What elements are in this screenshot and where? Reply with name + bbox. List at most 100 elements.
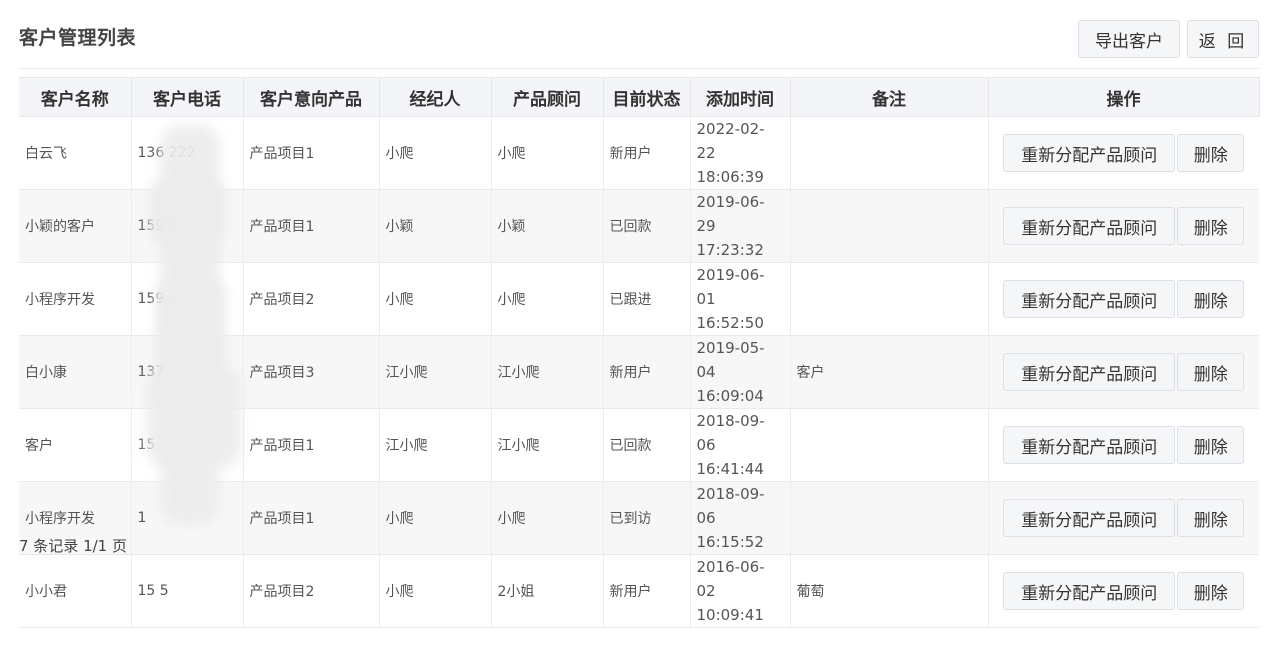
- column-header-status: 目前状态: [603, 77, 691, 117]
- customer-phone-cell: 159 3: [131, 189, 244, 263]
- note-cell: [790, 408, 989, 482]
- status-cell: 已回款: [603, 189, 691, 263]
- added-clock-time: 16:52:50: [696, 314, 764, 332]
- product-cell: 产品项目1: [243, 408, 380, 482]
- added-time-cell: 2022-02-22 18:06:39: [690, 116, 791, 190]
- agent-cell: 小爬: [379, 481, 492, 555]
- consultant-cell: 小爬: [491, 481, 604, 555]
- table-row: 小程序开发 159 5 产品项目2 小爬 小爬 已跟进 2019-06-01 16:52:50…: [19, 262, 1259, 336]
- added-clock-time: 16:15:52: [696, 533, 764, 551]
- added-time-cell: 2019-06-01 16:52:50: [690, 262, 791, 336]
- reassign-consultant-button[interactable]: 重新分配产品顾问: [1003, 572, 1176, 610]
- added-time-cell: 2016-06-02 10:09:41: [690, 554, 791, 628]
- consultant-cell: 小爬: [491, 116, 604, 190]
- customer-name-cell: 小颖的客户: [19, 189, 132, 263]
- customer-phone-cell: 1: [131, 481, 244, 555]
- reassign-consultant-button[interactable]: 重新分配产品顾问: [1003, 499, 1176, 537]
- product-cell: 产品项目1: [243, 481, 380, 555]
- delete-button[interactable]: 删除: [1177, 353, 1245, 391]
- agent-cell: 小颖: [379, 189, 492, 263]
- added-clock-time: 16:41:44: [696, 460, 764, 478]
- table-row: 小程序开发 1 产品项目1 小爬 小爬 已到访 2018-09-06 16:15:52 重新分配…: [19, 481, 1259, 555]
- agent-cell: 江小爬: [379, 408, 492, 482]
- reassign-consultant-button[interactable]: 重新分配产品顾问: [1003, 207, 1176, 245]
- customer-name-cell: 小程序开发: [19, 262, 132, 336]
- note-cell: [790, 481, 989, 555]
- delete-button[interactable]: 删除: [1177, 572, 1245, 610]
- table-row: 白小康 1374 l 产品项目3 江小爬 江小爬 新用户 2019-05-04 16:09:0…: [19, 335, 1259, 409]
- column-header-actions: 操作: [988, 77, 1260, 117]
- consultant-cell: 江小爬: [491, 335, 604, 409]
- added-date: 2019-05-04: [696, 339, 765, 381]
- customer-phone-cell: 1374 l: [131, 335, 244, 409]
- actions-cell: 重新分配产品顾问 删除: [988, 408, 1259, 482]
- status-cell: 已回款: [603, 408, 691, 482]
- added-date: 2018-09-06: [696, 485, 765, 527]
- delete-button[interactable]: 删除: [1177, 499, 1245, 537]
- reassign-consultant-button[interactable]: 重新分配产品顾问: [1003, 280, 1176, 318]
- customer-name-cell: 小小君: [19, 554, 132, 628]
- actions-cell: 重新分配产品顾问 删除: [988, 116, 1259, 190]
- column-header-product: 客户意向产品: [243, 77, 380, 117]
- added-time-cell: 2018-09-06 16:15:52: [690, 481, 791, 555]
- added-date: 2022-02-22: [696, 120, 765, 162]
- table-row: 白云飞 136 222 产品项目1 小爬 小爬 新用户 2022-02-22 18:06:39…: [19, 116, 1259, 190]
- delete-button[interactable]: 删除: [1177, 134, 1245, 172]
- added-clock-time: 10:09:41: [696, 606, 764, 624]
- record-count-footer: 7 条记录 1/1 页: [19, 537, 127, 555]
- note-cell: 客户: [790, 335, 989, 409]
- customer-phone-cell: 15: [131, 408, 244, 482]
- agent-cell: 江小爬: [379, 335, 492, 409]
- actions-cell: 重新分配产品顾问 删除: [988, 335, 1259, 409]
- delete-button[interactable]: 删除: [1177, 426, 1245, 464]
- reassign-consultant-button[interactable]: 重新分配产品顾问: [1003, 134, 1176, 172]
- page-title: 客户管理列表: [19, 27, 137, 49]
- agent-cell: 小爬: [379, 554, 492, 628]
- added-clock-time: 18:06:39: [696, 168, 764, 186]
- customer-name-cell: 客户: [19, 408, 132, 482]
- column-header-added-time: 添加时间: [690, 77, 791, 117]
- status-cell: 新用户: [603, 116, 691, 190]
- column-header-consultant: 产品顾问: [491, 77, 604, 117]
- agent-cell: 小爬: [379, 116, 492, 190]
- note-cell: [790, 116, 989, 190]
- consultant-cell: 小爬: [491, 262, 604, 336]
- product-cell: 产品项目3: [243, 335, 380, 409]
- customer-phone-cell: 159 5: [131, 262, 244, 336]
- added-date: 2019-06-01: [696, 266, 765, 308]
- customer-phone-cell: 136 222: [131, 116, 244, 190]
- note-cell: [790, 189, 989, 263]
- customer-name-cell: 白小康: [19, 335, 132, 409]
- actions-cell: 重新分配产品顾问 删除: [988, 189, 1259, 263]
- reassign-consultant-button[interactable]: 重新分配产品顾问: [1003, 353, 1176, 391]
- product-cell: 产品项目1: [243, 116, 380, 190]
- column-header-name: 客户名称: [19, 77, 132, 117]
- status-cell: 已到访: [603, 481, 691, 555]
- product-cell: 产品项目1: [243, 189, 380, 263]
- actions-cell: 重新分配产品顾问 删除: [988, 481, 1259, 555]
- column-header-phone: 客户电话: [131, 77, 244, 117]
- added-date: 2016-06-02: [696, 558, 765, 600]
- customer-name-cell: 白云飞: [19, 116, 132, 190]
- column-header-agent: 经纪人: [379, 77, 492, 117]
- actions-cell: 重新分配产品顾问 删除: [988, 262, 1259, 336]
- table-row: 小小君 15 5 产品项目2 小爬 2小姐 新用户 2016-06-02 10:09:41 葡萄…: [19, 554, 1259, 628]
- delete-button[interactable]: 删除: [1177, 207, 1245, 245]
- table-row: 小颖的客户 159 3 产品项目1 小颖 小颖 已回款 2019-06-29 17:23:32…: [19, 189, 1259, 263]
- back-button[interactable]: 返 回: [1187, 20, 1259, 58]
- added-clock-time: 17:23:32: [696, 241, 764, 259]
- status-cell: 已跟进: [603, 262, 691, 336]
- consultant-cell: 2小姐: [491, 554, 604, 628]
- added-date: 2018-09-06: [696, 412, 765, 454]
- actions-cell: 重新分配产品顾问 删除: [988, 554, 1259, 628]
- agent-cell: 小爬: [379, 262, 492, 336]
- added-time-cell: 2019-06-29 17:23:32: [690, 189, 791, 263]
- reassign-consultant-button[interactable]: 重新分配产品顾问: [1003, 426, 1176, 464]
- added-time-cell: 2018-09-06 16:41:44: [690, 408, 791, 482]
- added-date: 2019-06-29: [696, 193, 765, 235]
- delete-button[interactable]: 删除: [1177, 280, 1245, 318]
- column-header-note: 备注: [790, 77, 989, 117]
- export-customers-button[interactable]: 导出客户: [1078, 20, 1180, 58]
- page-header: 客户管理列表 导出客户 返 回: [19, 20, 1259, 58]
- customer-table: 客户名称 客户电话 客户意向产品 经纪人 产品顾问 目前状态 添加时间 备注 操…: [19, 77, 1260, 628]
